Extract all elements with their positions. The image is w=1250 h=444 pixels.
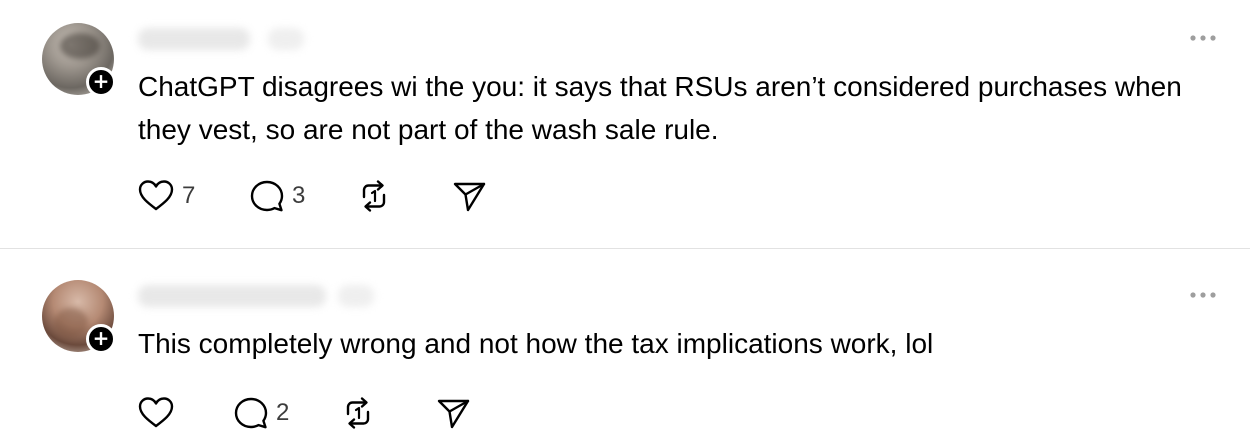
share-button[interactable] <box>450 176 488 216</box>
repost-icon <box>362 180 386 212</box>
post-body-text: This completely wrong and not how the ta… <box>138 328 934 359</box>
username-blurred[interactable] <box>138 28 250 50</box>
reply-count: 3 <box>292 182 306 209</box>
timestamp-blurred <box>268 28 304 50</box>
thread-post: + This completely wrong and not how the … <box>0 249 1250 444</box>
timestamp-blurred <box>338 285 374 307</box>
heart-icon <box>138 397 174 428</box>
post-body-text: ChatGPT disagrees wi the you: it says th… <box>138 71 1182 145</box>
share-button[interactable] <box>434 393 472 433</box>
repost-button[interactable] <box>340 393 376 433</box>
repost-button[interactable] <box>356 176 392 216</box>
more-icon[interactable] <box>1188 32 1218 44</box>
reply-count: 2 <box>276 399 290 426</box>
like-button[interactable] <box>136 393 182 433</box>
follow-plus-icon[interactable]: + <box>86 324 116 354</box>
reply-button[interactable]: 2 <box>232 393 289 433</box>
like-button[interactable]: 7 <box>136 176 195 216</box>
username-blurred[interactable] <box>138 285 326 307</box>
follow-plus-icon[interactable]: + <box>86 67 116 97</box>
avatar[interactable]: + <box>42 280 116 354</box>
more-icon[interactable] <box>1188 289 1218 301</box>
send-icon <box>437 399 470 429</box>
reply-button[interactable]: 3 <box>248 176 305 216</box>
comment-icon <box>250 180 284 212</box>
thread-post: + ChatGPT disagrees wi the you: it says … <box>0 0 1250 248</box>
like-count: 7 <box>182 182 196 209</box>
avatar[interactable]: + <box>42 23 116 97</box>
comment-icon <box>234 397 268 429</box>
repost-icon <box>346 397 370 429</box>
heart-icon <box>138 180 174 211</box>
send-icon <box>453 182 486 212</box>
